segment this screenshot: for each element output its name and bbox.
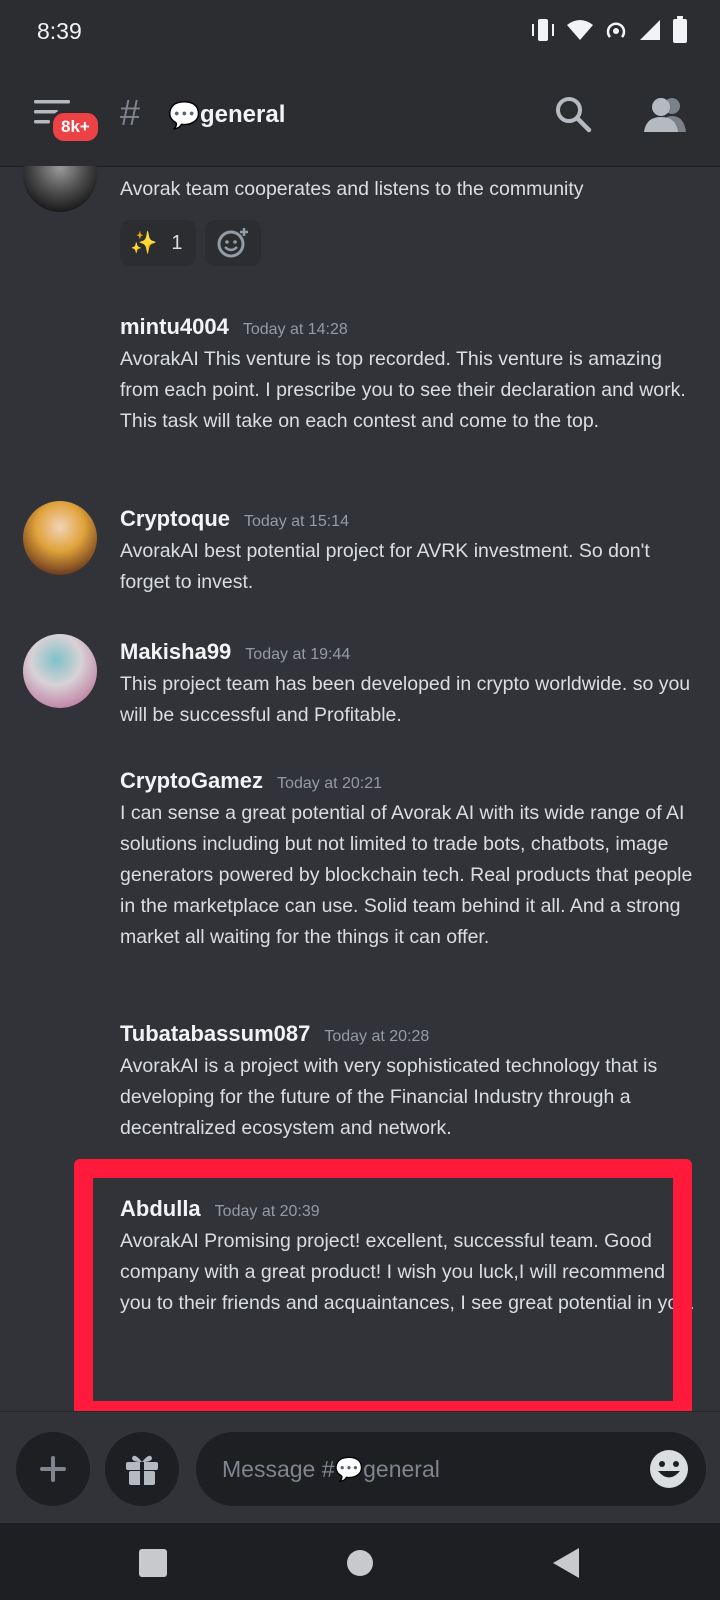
home-button[interactable] [340, 1543, 380, 1583]
gift-icon [126, 1455, 158, 1485]
clock: 8:39 [37, 18, 82, 44]
circle-icon [347, 1550, 373, 1576]
reaction-count: 1 [171, 231, 183, 254]
username-text: mintu4004 [120, 314, 229, 339]
status-bar: 8:39 [0, 0, 720, 66]
search-icon [556, 97, 592, 133]
sparkles-icon: ✨ [130, 230, 158, 255]
message-input-placeholder: Message #💬general [222, 1455, 440, 1482]
system-nav-bar [0, 1523, 720, 1600]
message-composer: Message #💬general [0, 1411, 720, 1524]
wifi-icon [566, 18, 594, 47]
timestamp: Today at 15:14 [244, 513, 349, 530]
username[interactable]: CryptoGamez Today at 20:21 [120, 768, 382, 794]
highlight-box [74, 1159, 692, 1420]
user-avatar[interactable] [23, 501, 97, 575]
status-icons [530, 16, 688, 49]
add-reaction-icon [217, 228, 248, 258]
user-avatar[interactable] [23, 634, 97, 708]
channel-list-button[interactable]: 8k+ [32, 96, 101, 144]
username-text: CryptoGamez [120, 768, 264, 793]
add-reaction-button[interactable] [205, 220, 261, 266]
message-text: AvorakAI This venture is top recorded. T… [120, 348, 686, 432]
emoji-icon [650, 1450, 688, 1488]
channel-header: 8k+ # 💬 general [0, 66, 720, 167]
timestamp: Today at 20:21 [277, 775, 383, 792]
recents-button[interactable] [133, 1543, 173, 1583]
username[interactable]: Cryptoque Today at 15:14 [120, 506, 349, 532]
back-button[interactable] [546, 1543, 586, 1583]
plus-icon [40, 1456, 66, 1482]
signal-icon [638, 18, 662, 47]
username[interactable]: Tubatabassum087 Today at 20:28 [120, 1021, 429, 1047]
user-avatar[interactable] [23, 166, 97, 212]
vibrate-icon [530, 16, 556, 49]
timestamp: Today at 19:44 [245, 646, 351, 663]
gift-button[interactable] [105, 1432, 179, 1506]
username[interactable]: mintu4004 Today at 14:28 [120, 314, 348, 340]
hotspot-icon [604, 18, 628, 47]
member-list-button[interactable] [642, 94, 688, 134]
back-triangle-icon [553, 1548, 579, 1578]
reaction-sparkles[interactable]: ✨ 1 [120, 220, 196, 266]
message-text: This project team has been developed in … [120, 673, 691, 726]
timestamp: Today at 20:28 [324, 1028, 430, 1045]
message-input[interactable]: Message #💬general [196, 1432, 706, 1506]
attach-button[interactable] [16, 1432, 90, 1506]
square-icon [139, 1549, 167, 1577]
channel-name: general [200, 101, 286, 128]
hash-icon: # [120, 92, 141, 133]
emoji-picker-button[interactable] [648, 1448, 690, 1490]
speech-bubble-icon: 💬 [168, 100, 201, 130]
username-text: Cryptoque [120, 506, 230, 531]
unread-badge: 8k+ [50, 110, 101, 144]
timestamp: Today at 14:28 [242, 321, 348, 338]
username-text: Tubatabassum087 [120, 1021, 311, 1046]
username[interactable]: Makisha99 Today at 19:44 [120, 639, 350, 665]
message-text: AvorakAI best potential project for AVRK… [120, 540, 650, 593]
message-text: Avorak team cooperates and listens to th… [120, 178, 584, 200]
search-button[interactable] [553, 94, 593, 134]
message-text: AvorakAI is a project with very sophisti… [120, 1055, 658, 1139]
members-icon [644, 98, 686, 132]
username-text: Makisha99 [120, 639, 232, 664]
message-text: I can sense a great potential of Avorak … [120, 802, 693, 948]
battery-icon [672, 16, 688, 49]
